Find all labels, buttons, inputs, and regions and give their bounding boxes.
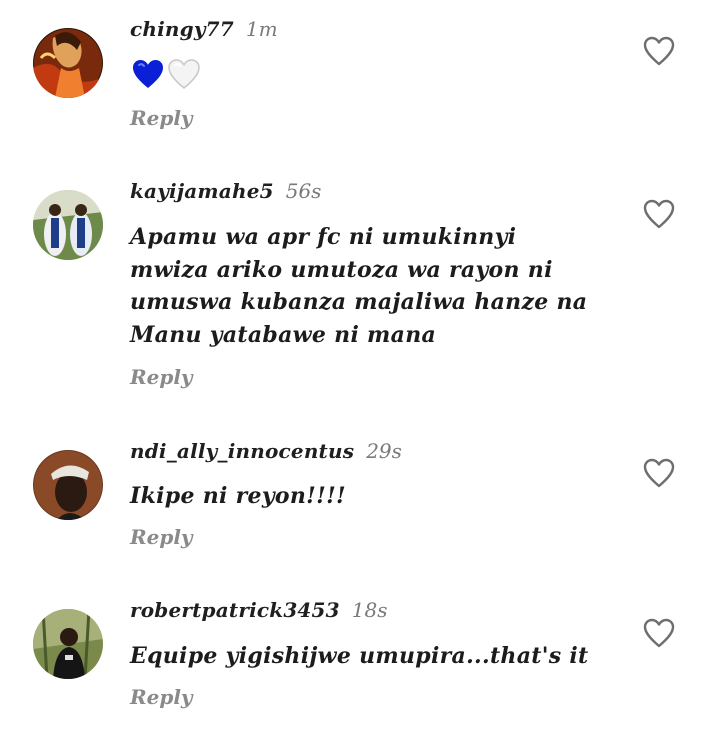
username[interactable]: chingy77 [130,17,234,41]
avatar[interactable] [33,28,103,98]
comment-meta: chingy77 1m [130,14,278,44]
timestamp: 18s [351,598,388,622]
username[interactable]: kayijamahe5 [130,179,274,203]
timestamp: 29s [366,439,402,463]
comment-meta: ndi_ally_innocentus 29s [130,436,402,466]
username[interactable]: robertpatrick3453 [130,598,340,622]
comment-text: Equipe yigishijwe umupira...that's it [130,643,589,669]
blue-heart-icon [133,60,163,88]
reply-button[interactable]: Reply [130,106,193,130]
username[interactable]: ndi_ally_innocentus [130,439,354,463]
heart-outline-icon [643,618,675,648]
like-button[interactable] [642,198,676,230]
reply-button[interactable]: Reply [130,525,193,549]
like-button[interactable] [642,457,676,489]
heart-outline-icon [643,36,675,66]
heart-outline-icon [643,458,675,488]
reply-button[interactable]: Reply [130,365,193,389]
reply-button[interactable]: Reply [130,685,193,709]
timestamp: 1m [245,17,278,41]
comment-text: Apamu wa apr fc ni umukinnyi mwiza ariko… [130,224,588,348]
timestamp: 56s [285,179,322,203]
like-button[interactable] [642,35,676,67]
comment-meta: robertpatrick3453 18s [130,595,388,625]
comment-text: Ikipe ni reyon!!!! [130,483,347,509]
comment-meta: kayijamahe5 56s [130,176,321,206]
like-button[interactable] [642,617,676,649]
white-heart-icon [168,59,200,89]
comment-text [131,58,203,92]
avatar[interactable] [33,609,103,679]
avatar[interactable] [33,450,103,520]
avatar[interactable] [33,190,103,260]
heart-outline-icon [643,199,675,229]
